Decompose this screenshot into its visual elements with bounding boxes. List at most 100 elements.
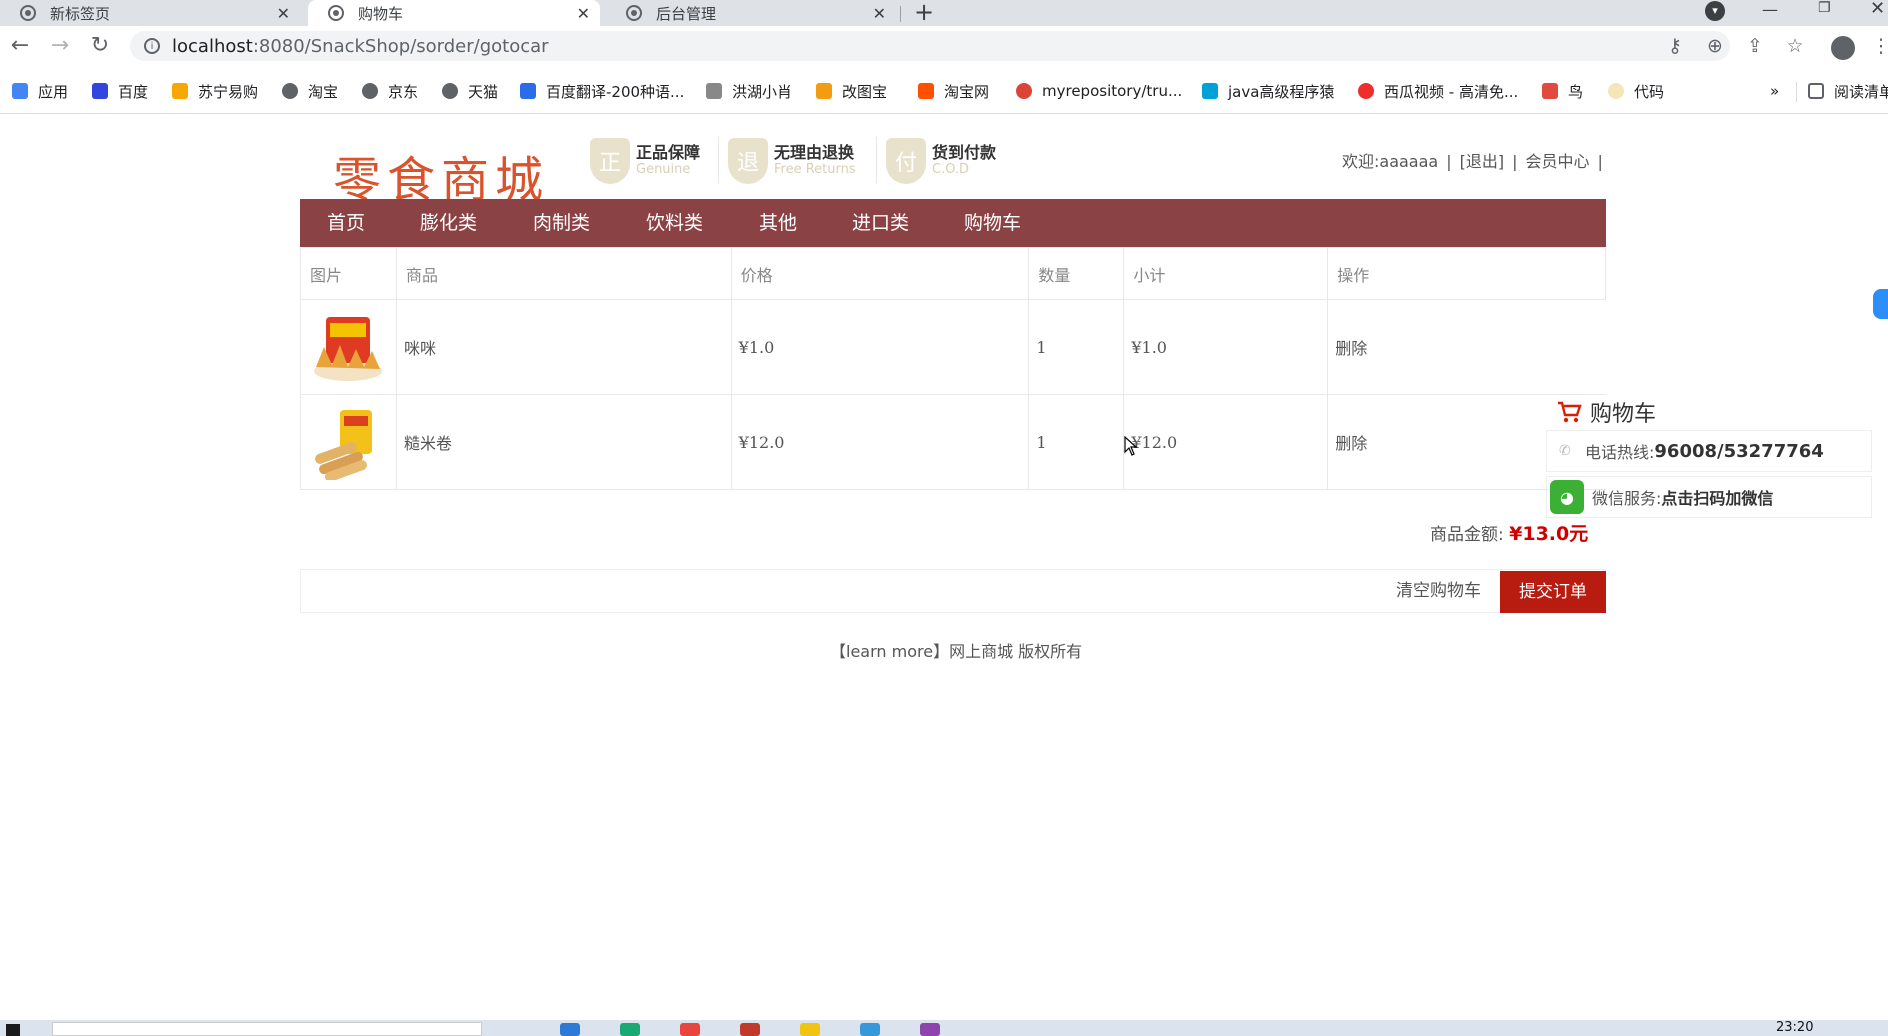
taskbar-app-icon[interactable] xyxy=(920,1023,940,1036)
logout-link[interactable]: [退出] xyxy=(1460,152,1505,171)
footer-copyright: 【learn more】网上商城 版权所有 xyxy=(830,642,1083,661)
taskbar-search-input[interactable] xyxy=(52,1022,482,1036)
bookmark-bird[interactable]: 鸟 xyxy=(1542,80,1583,102)
product-name[interactable]: 糙米卷 xyxy=(396,394,732,490)
address-bar[interactable]: i localhost:8080/SnackShop/sorder/gotoca… xyxy=(130,31,1730,61)
nav-meat[interactable]: 肉制类 xyxy=(533,199,590,247)
bookmark-gaitubao[interactable]: 改图宝 xyxy=(816,80,887,102)
product-subtotal: ¥1.0 xyxy=(1123,299,1329,395)
globe-icon xyxy=(362,83,378,99)
zoom-icon[interactable]: ⊕ xyxy=(1702,33,1728,59)
folder-taskbar-icon[interactable] xyxy=(800,1023,820,1036)
suning-icon xyxy=(172,83,188,99)
product-qty[interactable]: 1 xyxy=(1028,394,1124,490)
close-icon[interactable]: ✕ xyxy=(277,4,290,23)
taskbar-app-icon[interactable] xyxy=(620,1023,640,1036)
profile-avatar[interactable] xyxy=(1831,36,1855,60)
nav-home[interactable]: 首页 xyxy=(327,199,365,247)
tab-search-icon[interactable]: ▾ xyxy=(1705,1,1725,21)
bookmark-divider xyxy=(1796,82,1797,102)
bookmark-jd[interactable]: 京东 xyxy=(362,80,418,102)
col-header-action: 操作 xyxy=(1327,247,1606,300)
minimize-icon[interactable]: — xyxy=(1762,0,1778,19)
window-close-icon[interactable]: ✕ xyxy=(1870,0,1885,19)
badge-free-returns: 退 无理由退换 Free Returns xyxy=(728,137,856,185)
bookmark-myrepository[interactable]: myrepository/tru... xyxy=(1016,80,1182,102)
restore-icon[interactable]: ❐ xyxy=(1818,0,1831,16)
bookmark-baidu-translate[interactable]: 百度翻译-200种语... xyxy=(520,80,684,102)
reload-icon[interactable]: ↻ xyxy=(86,31,114,59)
bookmark-apps[interactable]: 应用 xyxy=(12,80,68,102)
product-image[interactable] xyxy=(310,404,386,480)
side-cart-title[interactable]: 购物车 xyxy=(1556,396,1656,428)
bookmark-tmall[interactable]: 天猫 xyxy=(442,80,498,102)
tab-title: 后台管理 xyxy=(656,4,717,23)
floating-sidebar-tab[interactable] xyxy=(1873,289,1888,319)
site-info-icon[interactable]: i xyxy=(144,38,160,54)
product-image[interactable] xyxy=(310,309,386,385)
close-icon[interactable]: ✕ xyxy=(873,4,886,23)
url-host: localhost xyxy=(172,35,253,57)
chrome-taskbar-icon[interactable] xyxy=(680,1023,700,1036)
share-icon[interactable]: ⇪ xyxy=(1742,33,1768,59)
chrome-icon xyxy=(1016,83,1032,99)
badge-divider xyxy=(876,137,877,183)
nav-cart[interactable]: 购物车 xyxy=(964,199,1021,247)
apps-grid-icon xyxy=(12,83,28,99)
product-name[interactable]: 咪咪 xyxy=(396,299,732,395)
submit-order-button[interactable]: 提交订单 xyxy=(1500,571,1606,613)
bookmark-taobaowang[interactable]: 淘宝网 xyxy=(918,80,989,102)
total-label: 商品金额: xyxy=(1430,525,1510,545)
bird-icon xyxy=(1542,83,1558,99)
baidu-icon xyxy=(92,83,108,99)
nav-imported[interactable]: 进口类 xyxy=(852,199,909,247)
tab-separator xyxy=(900,6,901,22)
badge-genuine: 正 正品保障 Genuine xyxy=(590,137,700,185)
nav-drinks[interactable]: 饮料类 xyxy=(646,199,703,247)
star-icon[interactable]: ☆ xyxy=(1782,33,1808,59)
main-nav xyxy=(300,199,1606,247)
phone-icon: ✆ xyxy=(1559,443,1571,459)
windows-start-icon[interactable] xyxy=(6,1024,20,1036)
product-qty[interactable]: 1 xyxy=(1028,299,1124,395)
taskbar-app-icon[interactable] xyxy=(860,1023,880,1036)
member-center-link[interactable]: 会员中心 xyxy=(1526,152,1590,171)
nav-puffed[interactable]: 膨化类 xyxy=(420,199,477,247)
cursor-icon xyxy=(1124,436,1138,456)
clear-cart-button[interactable]: 清空购物车 xyxy=(1396,569,1481,613)
globe-icon xyxy=(442,83,458,99)
cart-table: 图片 商品 价格 数量 小计 操作 咪咪 ¥1.0 1 ¥1.0 删除 糙米卷 … xyxy=(300,247,1606,490)
product-price: ¥12.0 xyxy=(730,394,1030,490)
bookmarks-overflow[interactable]: » xyxy=(1770,80,1779,102)
close-icon[interactable]: ✕ xyxy=(577,4,590,23)
bookmark-code[interactable]: 代码 xyxy=(1608,80,1664,102)
bookmark-suning[interactable]: 苏宁易购 xyxy=(172,80,258,102)
tab-admin[interactable]: 后台管理 ✕ xyxy=(606,0,896,26)
delete-link[interactable]: 删除 xyxy=(1327,299,1606,395)
bookmark-honghu[interactable]: 洪湖小肖 xyxy=(706,80,792,102)
back-icon[interactable]: ← xyxy=(6,31,34,59)
key-icon[interactable]: ⚷ xyxy=(1662,33,1688,59)
translate-icon xyxy=(520,83,536,99)
reading-list[interactable]: 阅读清单 xyxy=(1808,80,1888,102)
globe-icon xyxy=(626,5,642,21)
col-header-subtotal: 小计 xyxy=(1123,247,1329,300)
nav-other[interactable]: 其他 xyxy=(759,199,797,247)
taskbar-clock: 23:20 xyxy=(1776,1020,1814,1035)
table-header-row: 图片 商品 价格 数量 小计 操作 xyxy=(300,247,1606,300)
bookmark-taobao[interactable]: 淘宝 xyxy=(282,80,338,102)
taskbar-app-icon[interactable] xyxy=(560,1023,580,1036)
side-wechat[interactable]: ◕ 微信服务: 点击扫码加微信 xyxy=(1546,476,1872,518)
product-subtotal: ¥12.0 xyxy=(1123,394,1329,490)
menu-icon[interactable]: ⋮ xyxy=(1868,33,1888,59)
bookmark-java[interactable]: java高级程序猿 xyxy=(1202,80,1334,102)
globe-icon xyxy=(282,83,298,99)
tab-cart[interactable]: 购物车 ✕ xyxy=(308,0,600,26)
taskbar-app-icon[interactable] xyxy=(740,1023,760,1036)
forward-icon[interactable]: → xyxy=(46,31,74,59)
bookmark-baidu[interactable]: 百度 xyxy=(92,80,148,102)
table-row: 糙米卷 ¥12.0 1 ¥12.0 删除 xyxy=(300,394,1606,490)
tab-new[interactable]: 新标签页 ✕ xyxy=(0,0,300,26)
bookmark-xigua[interactable]: 西瓜视频 - 高清免... xyxy=(1358,80,1518,102)
new-tab-button[interactable]: + xyxy=(914,0,934,26)
